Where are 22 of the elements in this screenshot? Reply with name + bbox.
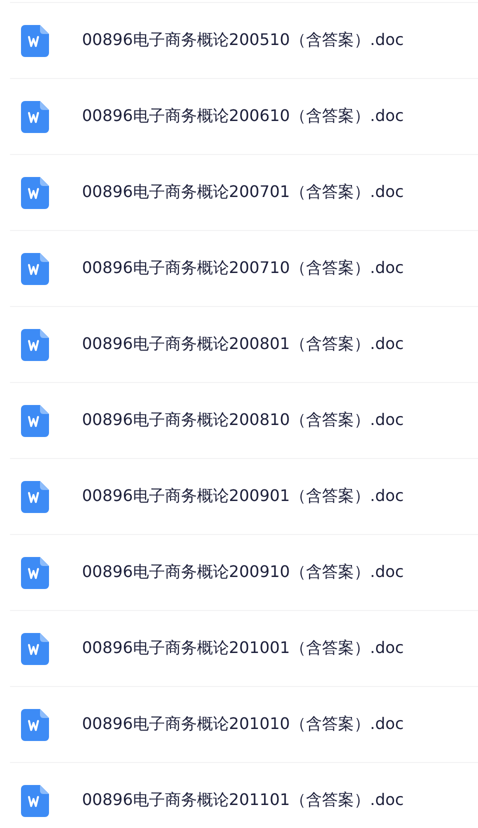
file-name[interactable]: 00896电子商务概论200810（含答案）.doc [82, 410, 404, 431]
document-icon [21, 556, 49, 588]
document-icon [21, 708, 49, 740]
document-icon [21, 252, 49, 284]
file-name[interactable]: 00896电子商务概论201001（含答案）.doc [82, 638, 404, 659]
file-name[interactable]: 00896电子商务概论200710（含答案）.doc [82, 258, 404, 279]
document-icon [21, 24, 49, 56]
file-name[interactable]: 00896电子商务概论201101（含答案）.doc [82, 790, 404, 811]
file-name[interactable]: 00896电子商务概论200910（含答案）.doc [82, 562, 404, 583]
file-name[interactable]: 00896电子商务概论200901（含答案）.doc [82, 486, 404, 507]
document-icon [21, 784, 49, 816]
file-name[interactable]: 00896电子商务概论200510（含答案）.doc [82, 30, 404, 51]
document-icon [21, 328, 49, 360]
document-icon [21, 176, 49, 208]
file-name[interactable]: 00896电子商务概论200801（含答案）.doc [82, 334, 404, 355]
document-icon [21, 404, 49, 436]
file-name[interactable]: 00896电子商务概论200701（含答案）.doc [82, 182, 404, 203]
file-name[interactable]: 00896电子商务概论200610（含答案）.doc [82, 106, 404, 127]
document-icon [21, 632, 49, 664]
document-icon [21, 100, 49, 132]
file-name[interactable]: 00896电子商务概论201010（含答案）.doc [82, 714, 404, 735]
document-icon [21, 480, 49, 512]
